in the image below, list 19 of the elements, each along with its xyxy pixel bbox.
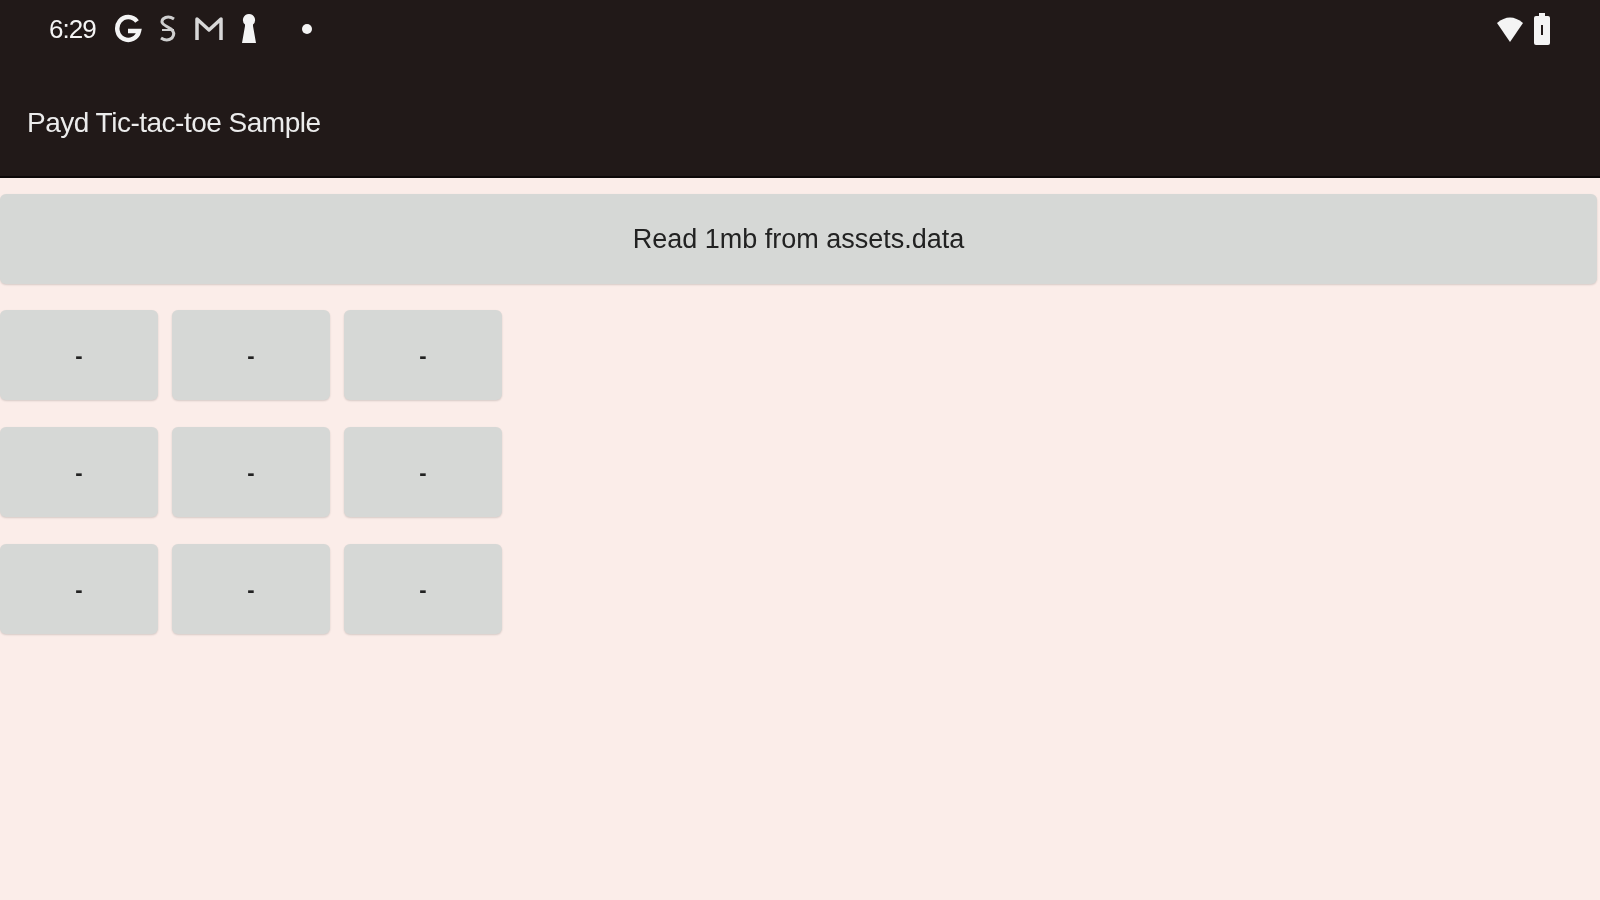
board-cell[interactable]: - <box>344 427 502 517</box>
dot-icon <box>301 24 312 34</box>
board-cell[interactable]: - <box>0 427 158 517</box>
board-cell[interactable]: - <box>344 310 502 400</box>
read-data-button[interactable]: Read 1mb from assets.data <box>0 194 1597 284</box>
board-cell[interactable]: - <box>344 544 502 634</box>
board-cell[interactable]: - <box>172 544 330 634</box>
keyhole-icon <box>239 13 258 45</box>
wifi-icon <box>1496 15 1524 43</box>
status-time: 6:29 <box>49 12 96 46</box>
s-shaped-icon <box>157 14 178 44</box>
board-cell[interactable]: - <box>0 544 158 634</box>
battery-icon <box>1534 13 1550 45</box>
m-letter-icon <box>193 16 224 42</box>
g-letter-icon <box>113 14 142 44</box>
app-title: Payd Tic-tac-toe Sample <box>27 106 321 140</box>
board-cell[interactable]: - <box>172 427 330 517</box>
board-cell[interactable]: - <box>172 310 330 400</box>
board-cell[interactable]: - <box>0 310 158 400</box>
